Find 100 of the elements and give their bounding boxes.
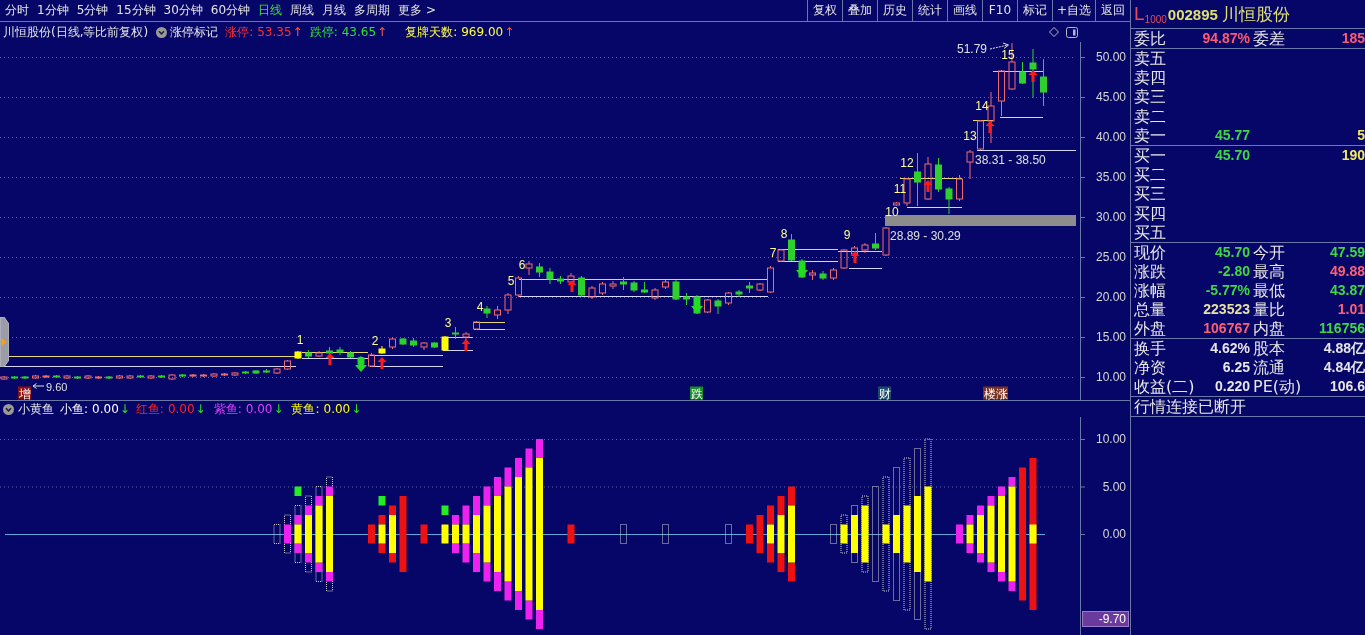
expand-handle-icon[interactable] [0, 317, 9, 367]
rising-candle [42, 374, 50, 379]
period-tab[interactable]: 15分钟 [113, 0, 159, 21]
falling-candle [11, 375, 18, 380]
point-label: 15 [1001, 48, 1015, 62]
toolbar-button[interactable]: 画线 [946, 0, 982, 21]
rising-candle [609, 280, 617, 290]
rising-candle [221, 372, 228, 377]
point-label: 12 [900, 156, 914, 170]
toolbar-button[interactable]: 叠加 [841, 0, 877, 21]
toolbar-button[interactable]: 历史 [876, 0, 912, 21]
price-range-label: 28.89 - 30.29 [890, 229, 961, 243]
field-label: 流通 [1253, 357, 1285, 377]
indicator-bar [378, 515, 386, 553]
period-tab[interactable]: 周线 [287, 0, 318, 21]
rising-candle [63, 374, 71, 380]
indicator-bar [620, 524, 627, 544]
rising-candle [168, 373, 176, 381]
rising-candle [147, 374, 155, 380]
indicator-bar [462, 505, 470, 563]
falling-candle [21, 375, 29, 380]
rising-candle [315, 350, 323, 358]
event-badge[interactable]: 楼涨 [983, 386, 1008, 400]
high-price-label: 51.79 [956, 42, 987, 56]
event-badge[interactable]: 增 [18, 386, 31, 400]
toolbar-button[interactable]: 标记 [1016, 0, 1052, 21]
indicator-bar [830, 524, 837, 544]
field-label: 现价 [1134, 242, 1166, 262]
falling-candle [74, 375, 81, 380]
toolbar-button[interactable]: 统计 [911, 0, 947, 21]
period-tab[interactable]: 日线 [255, 0, 286, 21]
event-badge[interactable]: 财 [878, 386, 891, 400]
toolbar-button[interactable]: +自选 [1051, 0, 1095, 21]
rising-candle [966, 149, 974, 180]
field-value: 6.25 [1222, 357, 1250, 377]
axis-label: 40.00 [1095, 130, 1126, 144]
indicator-bar [294, 505, 302, 563]
order-level-label: 卖二 [1134, 106, 1166, 126]
period-tab[interactable]: 30分钟 [160, 0, 206, 21]
order-level-label: 买一 [1134, 146, 1166, 166]
rising-candle [389, 336, 396, 350]
toolbar-button[interactable]: F10 [981, 0, 1017, 21]
field-label: 委差 [1253, 29, 1285, 48]
event-badge[interactable]: 跌 [690, 386, 703, 400]
indicator-bar [746, 524, 753, 544]
period-tab[interactable]: 更多 > [395, 0, 439, 21]
period-tab[interactable]: 60分钟 [207, 0, 254, 21]
period-tab[interactable]: 分时 [2, 0, 32, 21]
point-label: 8 [780, 227, 788, 241]
connection-status: 行情连接已断开 [1134, 396, 1246, 416]
up-arrow-icon [461, 339, 471, 351]
order-volume: 5 [1357, 125, 1365, 145]
rising-candle [662, 279, 669, 290]
diamond-icon[interactable] [1049, 27, 1059, 37]
limit-reading: 涨停: 53.35↑ [225, 23, 303, 41]
toolbar-button[interactable]: 返回 [1095, 0, 1130, 21]
point-label: 4 [476, 300, 484, 314]
rising-candle [567, 272, 575, 286]
falling-candle [819, 270, 827, 281]
point-label: 1 [296, 333, 304, 347]
limit-up-candle [294, 350, 302, 360]
rising-candle [977, 119, 984, 151]
order-level-label: 卖三 [1134, 87, 1166, 107]
rising-candle [599, 281, 606, 296]
field-label: PE(动) [1253, 376, 1302, 396]
falling-candle [1040, 58, 1047, 107]
rising-candle [998, 69, 1005, 117]
falling-candle [714, 298, 722, 315]
rising-candle [368, 352, 375, 368]
falling-candle [483, 305, 491, 319]
period-tab[interactable]: 1分钟 [34, 0, 72, 21]
falling-candle [252, 369, 260, 375]
indicator-menu-button[interactable]: 小黄鱼 [3, 400, 54, 418]
field-label: 委比 [1134, 29, 1166, 48]
series-reading: 小鱼: 0.00↓ [60, 400, 130, 418]
falling-candle [347, 350, 354, 359]
falling-candle [641, 281, 648, 294]
field-value: 4.84亿 [1323, 357, 1365, 377]
panel-toggle-icon[interactable] [1066, 26, 1078, 38]
period-tab[interactable]: 月线 [319, 0, 350, 21]
period-tab[interactable]: 多周期 [351, 0, 394, 21]
rising-candle [725, 291, 732, 306]
axis-label: 35.00 [1095, 170, 1126, 184]
field-value: 1.01 [1337, 299, 1365, 319]
marker-menu-button[interactable]: 涨停标记 [156, 23, 219, 41]
order-level-label: 卖五 [1134, 49, 1166, 69]
axis-label: 25.00 [1095, 250, 1126, 264]
falling-candle [557, 275, 564, 285]
point-label: 7 [769, 246, 777, 260]
falling-candle [53, 374, 60, 379]
indicator-bar [441, 524, 449, 544]
field-value: 185 [1341, 29, 1365, 48]
field-value: 49.88 [1329, 261, 1365, 281]
field-label: 最高 [1253, 261, 1285, 281]
toolbar-button[interactable]: 复权 [806, 0, 842, 21]
axis-label: 10.00 [1095, 432, 1126, 446]
indicator-bar [756, 515, 764, 553]
field-value: 45.70 [1214, 242, 1250, 262]
field-value: -2.80 [1218, 261, 1250, 281]
period-tab[interactable]: 5分钟 [73, 0, 112, 21]
